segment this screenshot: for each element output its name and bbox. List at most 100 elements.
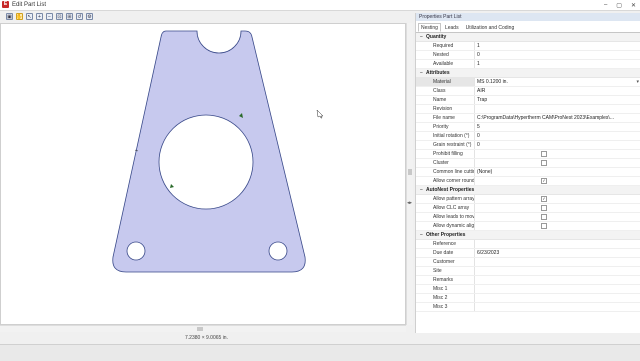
settings-icon[interactable]: ⚙ [86,13,93,20]
property-value[interactable] [475,267,640,275]
property-name: Misc 1 [416,285,475,293]
property-name: Due date [416,249,475,257]
property-row[interactable]: Allow dynamic align [416,222,640,231]
property-name: Allow corner rounding [416,177,475,185]
checkbox[interactable] [541,223,547,230]
property-row[interactable]: Required 1 [416,42,640,51]
property-value[interactable]: 6/23/2023 [475,249,640,257]
property-value[interactable]: 0 [475,132,640,140]
maximize-button[interactable]: ▢ [616,2,622,9]
tab-nesting[interactable]: Nesting [418,23,441,32]
property-row[interactable]: Initial rotation (°) 0 [416,132,640,141]
category-header[interactable]: − Quantity [416,33,640,42]
property-row[interactable]: Allow leads to move [416,213,640,222]
property-row[interactable]: Misc 2 [416,294,640,303]
property-row[interactable]: Revision [416,105,640,114]
property-value[interactable]: 1 [475,60,640,68]
property-row[interactable]: Priority 5 [416,123,640,132]
close-button[interactable]: ✕ [631,2,636,9]
property-row[interactable]: Cluster [416,159,640,168]
vertical-scroll-thumb[interactable] [408,169,412,175]
property-value[interactable] [475,159,640,167]
property-row[interactable]: Remarks [416,276,640,285]
category-label: AutoNest Properties [426,187,475,193]
select-icon[interactable]: ↖ [26,13,33,20]
property-row[interactable]: Allow CLC array [416,204,640,213]
property-value[interactable] [475,303,640,311]
category-header[interactable]: − Attributes [416,69,640,78]
property-name: Grain restraint (°) [416,141,475,149]
property-value[interactable]: Trap [475,96,640,104]
zoom-in-icon[interactable]: + [36,13,43,20]
property-row[interactable]: Allow corner rounding ✓ [416,177,640,186]
property-row[interactable]: Prohibit filling [416,150,640,159]
property-value[interactable]: (None) [475,168,640,176]
property-value[interactable] [475,150,640,158]
category-header[interactable]: − Other Properties [416,231,640,240]
property-row[interactable]: Available 1 [416,60,640,69]
property-grid: − Quantity Required 1 Nested 0 Available 1− Attr… [416,33,640,312]
panel-splitter-handle[interactable]: ◂▸ [407,200,412,206]
pan-icon[interactable]: ✋ [16,13,23,20]
checkbox[interactable] [541,160,547,167]
property-value[interactable]: AIR [475,87,640,95]
property-value[interactable] [475,105,640,113]
property-name: Material [416,78,475,86]
property-row[interactable]: Name Trap [416,96,640,105]
property-row[interactable]: Nested 0 [416,51,640,60]
property-row[interactable]: File name C:\ProgramData\Hypertherm CAM\P… [416,114,640,123]
horizontal-scrollbar[interactable] [0,325,406,332]
property-row[interactable]: Misc 1 [416,285,640,294]
vertical-scrollbar[interactable] [406,23,413,325]
property-row[interactable]: Misc 3 [416,303,640,312]
property-value[interactable] [475,285,640,293]
checkbox[interactable] [541,205,547,212]
property-value[interactable] [475,240,640,248]
checkbox[interactable] [541,151,547,158]
property-value[interactable]: 0 [475,51,640,59]
property-value[interactable] [475,258,640,266]
property-value[interactable] [475,276,640,284]
property-row[interactable]: Common line cutting (None) [416,168,640,177]
property-value[interactable]: 1 [475,42,640,50]
property-row[interactable]: Reference [416,240,640,249]
property-name: Allow CLC array [416,204,475,212]
property-row[interactable]: Material MS 0.1200 in. ▾ [416,78,640,87]
property-value[interactable]: MS 0.1200 in. ▾ [475,78,640,86]
property-row[interactable]: Grain restraint (°) 0 [416,141,640,150]
zoom-out-icon[interactable]: − [46,13,53,20]
checkbox[interactable]: ✓ [541,178,547,185]
category-header[interactable]: − AutoNest Properties [416,186,640,195]
properties-tabs: Nesting Leads Utilization and Coding [416,23,640,33]
property-name: Reference [416,240,475,248]
property-value-text: 5 [477,124,480,130]
horizontal-scroll-thumb[interactable] [197,327,203,331]
property-value-text: 0 [477,142,480,148]
property-row[interactable]: Due date 6/23/2023 [416,249,640,258]
property-value-text: AIR [477,88,486,94]
part-canvas[interactable] [0,23,406,325]
property-value[interactable] [475,222,640,230]
tab-utilization-and-coding[interactable]: Utilization and Coding [463,23,518,32]
property-value[interactable]: ✓ [475,177,640,185]
property-value[interactable]: 5 [475,123,640,131]
property-row[interactable]: Allow pattern array ✓ [416,195,640,204]
chevron-down-icon[interactable]: ▾ [636,78,639,86]
minimize-button[interactable]: – [604,2,607,8]
fit-icon[interactable]: ▣ [6,13,13,20]
property-value[interactable]: ✓ [475,195,640,203]
tab-leads[interactable]: Leads [442,23,462,32]
checkbox[interactable]: ✓ [541,196,547,203]
property-row[interactable]: Site [416,267,640,276]
property-value[interactable] [475,213,640,221]
checkbox[interactable] [541,214,547,221]
zoom-previous-icon[interactable]: ↺ [76,13,83,20]
property-value[interactable] [475,204,640,212]
property-value[interactable]: 0 [475,141,640,149]
zoom-extents-icon[interactable]: ⊞ [66,13,73,20]
property-row[interactable]: Customer [416,258,640,267]
zoom-window-icon[interactable]: ⊡ [56,13,63,20]
property-value[interactable] [475,294,640,302]
property-row[interactable]: Class AIR [416,87,640,96]
property-value[interactable]: C:\ProgramData\Hypertherm CAM\ProNest 20… [475,114,640,122]
